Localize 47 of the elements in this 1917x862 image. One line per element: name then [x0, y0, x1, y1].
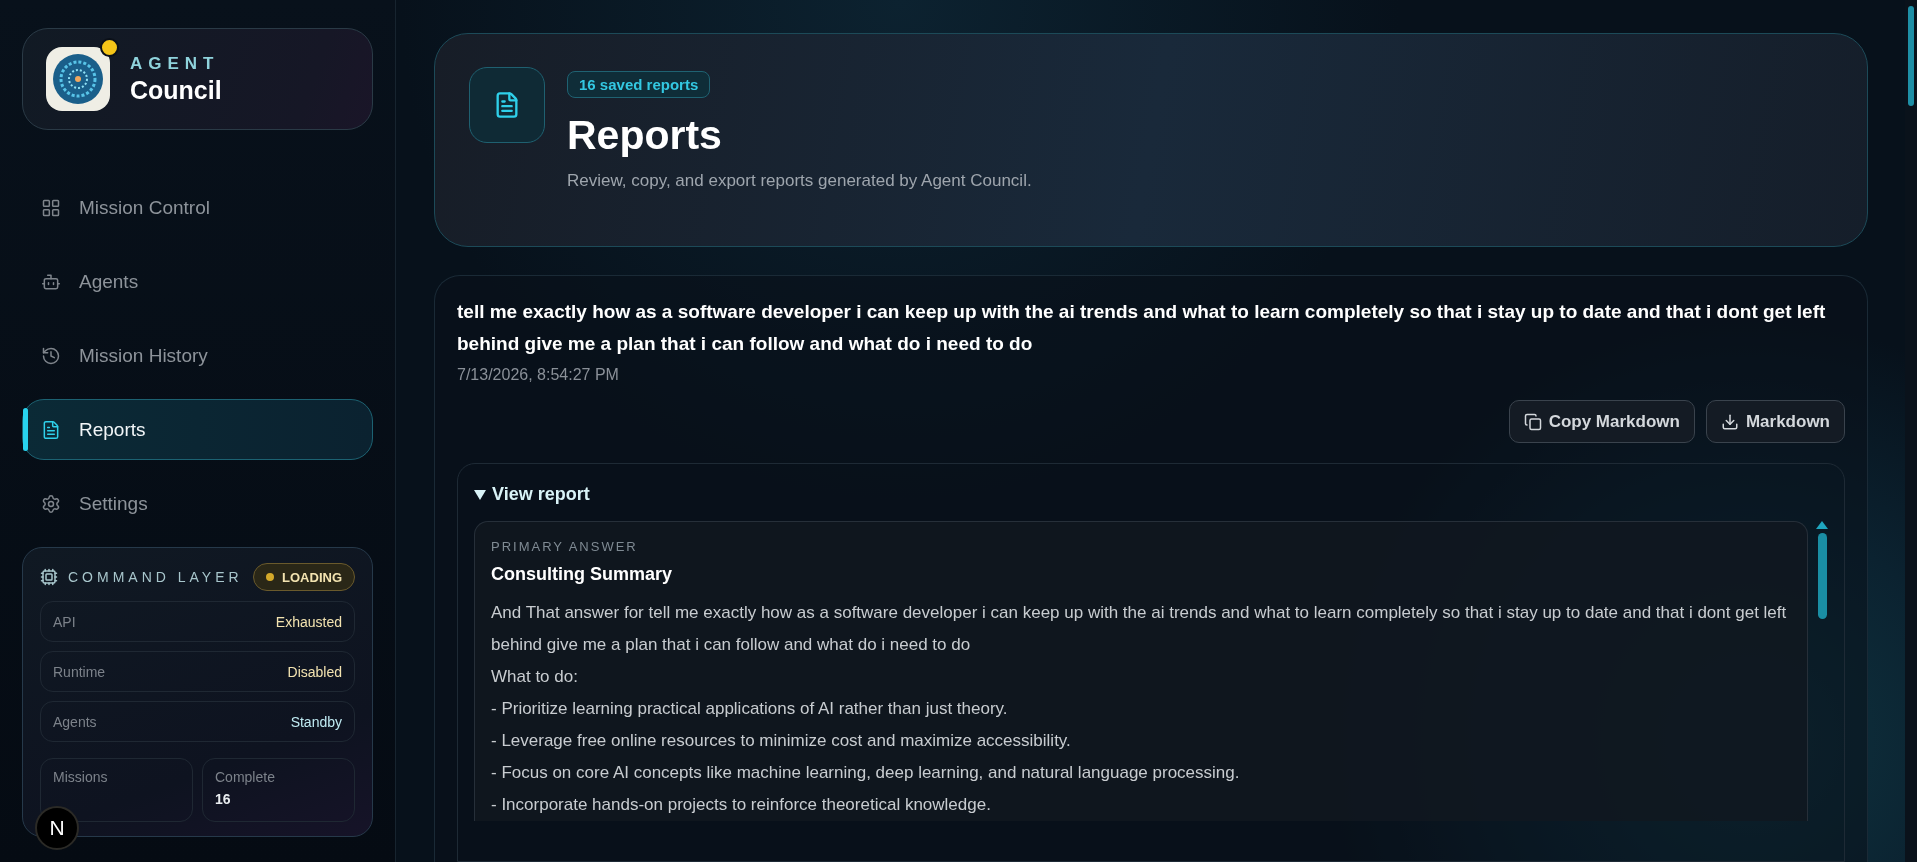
page-title: Reports — [567, 112, 722, 159]
scrollbar-thumb[interactable] — [1817, 533, 1827, 619]
download-button[interactable]: Markdown — [1705, 400, 1845, 443]
scrollbar-thumb[interactable] — [1908, 6, 1914, 106]
answer-text: - Prioritize learning practical applications of AI rather than just theory. — [491, 698, 1009, 720]
answer-eyebrow: PRIMARY ANSWER — [491, 539, 639, 554]
report-timestamp: 7/13/2026, 8:54:27 PM — [457, 366, 620, 384]
nav-icon — [41, 493, 61, 514]
status-value: Exhausted — [275, 613, 342, 630]
chip-icon — [40, 568, 58, 586]
download-icon — [1720, 412, 1739, 431]
nav-icon — [41, 197, 61, 218]
document-icon — [469, 67, 545, 143]
nav-item[interactable]: Reports — [22, 399, 373, 460]
view-report-toggle[interactable]: View report — [474, 484, 1828, 505]
stat-label: Missions — [53, 769, 109, 785]
status-label: Agents — [53, 713, 97, 730]
count-badge: 16 saved reports — [567, 71, 711, 98]
answer-text: - Leverage free online resources to minimize cost and maximize accessibility. — [491, 730, 1072, 752]
logo-icon — [46, 47, 110, 111]
brand-name: Council — [130, 75, 222, 105]
status-label: API — [53, 613, 76, 630]
page-subtitle: Review, copy, and export reports generated by Agent Council. — [567, 171, 1032, 191]
stat-value: 16 — [215, 791, 232, 807]
nav-icon — [41, 345, 61, 366]
answer-text: And That answer for tell me exactly how as a software developer i can keep up with the ai trends and what to learn completely so that i stay up to date and that i dont get left behind give me a plan that i can follow and what do i need to do — [491, 602, 1788, 656]
status-badge: LOADING — [253, 563, 355, 591]
status-value: Disabled — [287, 663, 342, 680]
answer-text: - Incorporate hands-on projects to reinforce theoretical knowledge. — [491, 794, 992, 816]
nav-item[interactable]: Agents — [22, 251, 373, 312]
nav-item[interactable]: Mission History — [22, 325, 373, 386]
stat-label: Complete — [215, 769, 276, 785]
copy-button[interactable]: Copy Markdown — [1508, 400, 1695, 443]
answer-text: - Focus on core AI concepts like machine learning, deep learning, and natural language processing. — [491, 762, 1241, 784]
status-value: Standby — [290, 713, 342, 730]
nav-icon — [41, 419, 61, 440]
nav-item[interactable]: Settings — [22, 473, 373, 534]
answer-heading: Consulting Summary — [491, 564, 674, 585]
command-layer-title: COMMAND LAYER — [68, 569, 243, 585]
copy-icon — [1523, 412, 1542, 431]
report-question: tell me exactly how as a software developer i can keep up with the ai trends and what to learn completely so that i stay up to date and that i dont get left behind give me a plan that i can follow and what do i need to do — [457, 300, 1827, 356]
brand-overline: AGENT — [130, 53, 221, 74]
answer-text: What to do: — [491, 666, 579, 688]
caret-icon — [474, 489, 486, 500]
dev-badge[interactable]: N — [35, 806, 79, 850]
status-label: Runtime — [53, 663, 106, 680]
nav-item[interactable]: Mission Control — [22, 177, 373, 238]
